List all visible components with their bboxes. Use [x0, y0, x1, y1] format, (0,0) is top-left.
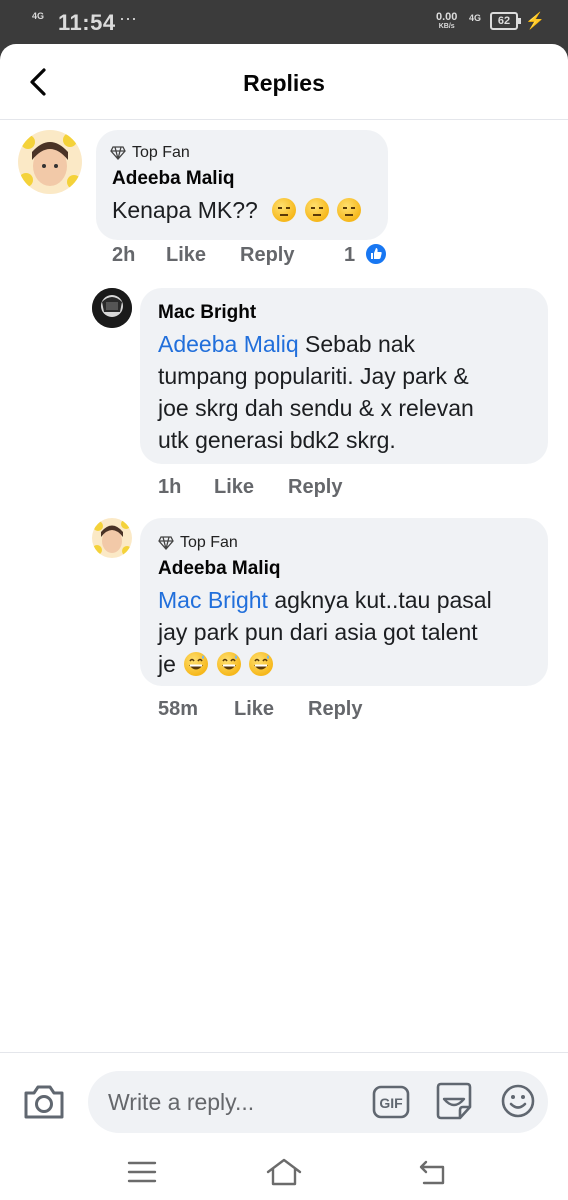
reply-button[interactable]: Reply: [288, 476, 342, 499]
comment-text-line-0: Sebab nak: [305, 331, 416, 357]
status-bar: 4G 11:54 ··· 0.00 KB/s 4G 62 ⚡: [0, 0, 568, 44]
expressionless-face-icon: [272, 198, 297, 222]
sticker-icon: [436, 1082, 472, 1120]
menu-icon: [127, 1161, 157, 1183]
smiley-icon: [501, 1084, 535, 1118]
expressionless-face-icon: [304, 198, 329, 222]
like-reaction-icon: [364, 242, 388, 266]
reply-button[interactable]: Reply: [240, 244, 294, 267]
comment-author[interactable]: Adeeba Maliq: [112, 168, 234, 190]
comment-text-body: Kenapa MK??: [112, 197, 258, 223]
like-button[interactable]: Like: [234, 698, 274, 721]
grinning-sweat-face-icon: [216, 652, 241, 676]
comment-text: Adeeba Maliq Sebab nak tumpang popularit…: [158, 328, 474, 456]
more-notifications-indicator: ···: [119, 8, 137, 28]
top-fan-badge: Top Fan: [158, 534, 238, 552]
sticker-button[interactable]: [434, 1081, 474, 1121]
grinning-sweat-face-icon: [249, 652, 274, 676]
top-fan-label: Top Fan: [132, 144, 190, 161]
comment-text-line: je: [158, 648, 492, 680]
comment-text-line-2: joe skrg dah sendu & x relevan: [158, 395, 474, 421]
comment-text: Kenapa MK??: [112, 194, 361, 226]
recent-apps-button[interactable]: [126, 1156, 158, 1188]
replies-screen: Replies Top Fan Adeeba Maliq Kenapa MK??…: [0, 44, 568, 1200]
expressionless-face-icon: [336, 198, 361, 222]
network-speed: 0.00 KB/s: [436, 12, 457, 32]
home-icon: [266, 1158, 302, 1186]
comment-text-line-1: jay park pun dari asia got talent: [158, 619, 478, 645]
comment-text-line-3: utk generasi bdk2 skrg.: [158, 427, 396, 453]
avatar[interactable]: [92, 518, 132, 558]
avatar-image: [92, 518, 132, 558]
top-fan-badge: Top Fan: [110, 144, 190, 162]
top-fan-label: Top Fan: [180, 534, 238, 551]
comment-author[interactable]: Mac Bright: [158, 302, 256, 324]
avatar-image: [92, 288, 132, 328]
header: Replies: [0, 44, 568, 120]
diamond-icon: [158, 536, 174, 550]
avatar-image: [18, 130, 82, 194]
network-indicator-2: 4G: [469, 13, 482, 23]
reply-button[interactable]: Reply: [308, 698, 362, 721]
system-back-button[interactable]: [416, 1156, 450, 1188]
back-arrow-icon: [419, 1160, 445, 1185]
camera-icon: [24, 1085, 64, 1119]
gif-icon: GIF: [372, 1085, 410, 1119]
reply-composer: Write a reply... GIF: [0, 1052, 568, 1148]
mention-link[interactable]: Mac Bright: [158, 587, 268, 613]
comment-time: 1h: [158, 476, 182, 498]
like-button[interactable]: Like: [214, 476, 254, 499]
comment-text-line: Mac Bright agknya kut..tau pasal: [158, 584, 492, 616]
battery-icon: 62: [490, 12, 521, 30]
reaction-count[interactable]: 1: [344, 244, 355, 267]
comment-author[interactable]: Adeeba Maliq: [158, 558, 280, 580]
comment-time: 2h: [112, 244, 136, 266]
home-button[interactable]: [264, 1154, 304, 1190]
diamond-icon: [110, 146, 126, 160]
comment-text-line: Adeeba Maliq Sebab nak: [158, 328, 474, 360]
comment-text-line-0: agknya kut..tau pasal: [274, 587, 492, 613]
comment-time: 58m: [158, 698, 199, 720]
gif-button[interactable]: GIF: [372, 1085, 410, 1119]
comment-text-line-2: je: [158, 651, 176, 677]
status-time: 11:54: [58, 10, 116, 35]
gif-label: GIF: [379, 1095, 403, 1111]
charging-icon: ⚡: [525, 13, 545, 30]
comment-text-line-1: tumpang populariti. Jay park &: [158, 363, 469, 389]
grinning-sweat-face-icon: [184, 652, 209, 676]
avatar[interactable]: [92, 288, 132, 328]
emoji-button[interactable]: [500, 1083, 536, 1119]
reply-input-placeholder: Write a reply...: [108, 1089, 255, 1115]
comment-text: Mac Bright agknya kut..tau pasal jay par…: [158, 584, 492, 680]
system-nav-bar: [0, 1148, 568, 1200]
battery-level: 62: [497, 15, 511, 27]
avatar[interactable]: [18, 130, 82, 194]
page-title: Replies: [243, 70, 325, 96]
network-indicator: 4G: [32, 11, 45, 21]
network-speed-unit: KB/s: [438, 23, 455, 30]
mention-link[interactable]: Adeeba Maliq: [158, 331, 299, 357]
like-button[interactable]: Like: [166, 244, 206, 267]
camera-button[interactable]: [22, 1081, 66, 1121]
